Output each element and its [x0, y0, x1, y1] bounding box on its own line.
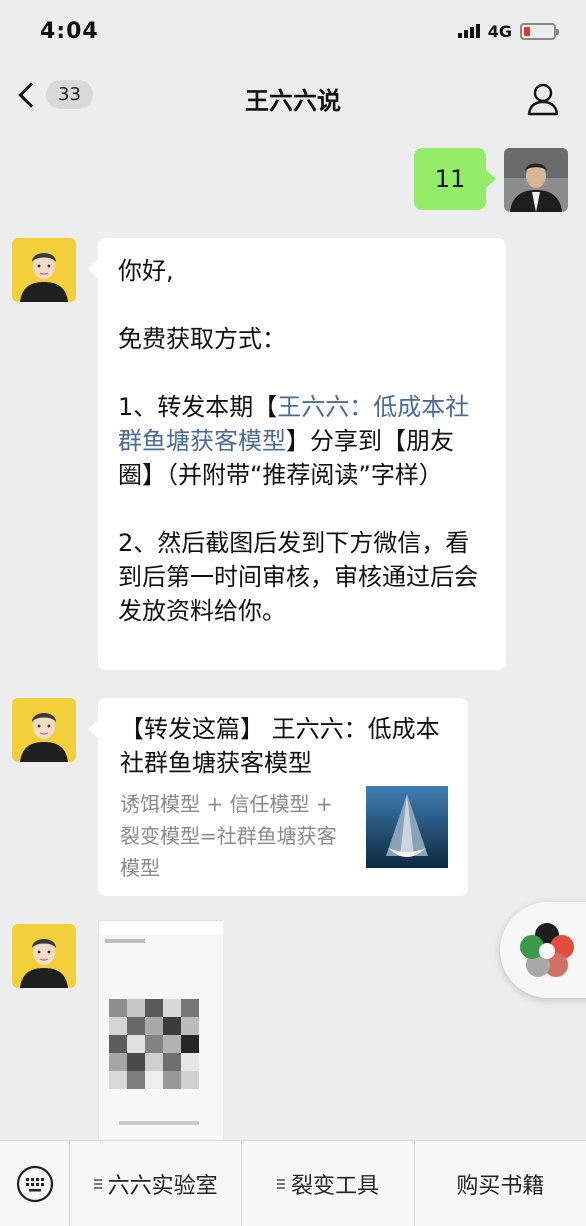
- menu-item-fission-tools[interactable]: 裂变工具: [241, 1140, 413, 1226]
- message-text: 1、转发本期【: [118, 393, 278, 421]
- menu-list-icon: [276, 1178, 285, 1189]
- sender-avatar[interactable]: [12, 698, 76, 762]
- signal-icon: [457, 24, 480, 38]
- chat-title: 王六六说: [245, 86, 341, 115]
- sender-avatar[interactable]: [12, 238, 76, 302]
- message-content: 你好, 免费获取方式： 1、转发本期【王六六：低成本社群鱼塘获客模型】分享到【朋…: [98, 238, 506, 644]
- message-line: 1、转发本期【王六六：低成本社群鱼塘获客模型】分享到【朋友圈】（并附带“推荐阅读…: [118, 390, 486, 492]
- sender-avatar[interactable]: [12, 924, 76, 988]
- status-bar: 4:04 4G: [0, 0, 586, 62]
- floating-window-button[interactable]: [500, 902, 586, 998]
- article-card-description: 诱饵模型 + 信任模型 + 裂变模型=社群鱼塘获客模型: [120, 792, 337, 880]
- nav-bar: 33 王六六说: [0, 62, 586, 134]
- article-thumbnail: [366, 786, 448, 868]
- chat-area[interactable]: 11 你好, 免费获取方式： 1、转发本期【王六六：低成本社群鱼塘获客模型】分享…: [0, 134, 586, 1140]
- chevron-left-icon: [18, 81, 44, 108]
- menu-item-label: 六六实验室: [107, 1173, 218, 1199]
- self-avatar[interactable]: [504, 148, 568, 212]
- article-card[interactable]: 【转发这篇】 王六六：低成本社群鱼塘获客模型 诱饵模型 + 信任模型 + 裂变模…: [88, 698, 468, 896]
- menu-item-label: 购买书籍: [456, 1173, 545, 1199]
- received-message-bubble[interactable]: 你好, 免费获取方式： 1、转发本期【王六六：低成本社群鱼塘获客模型】分享到【朋…: [88, 238, 506, 670]
- menu-list-icon: [93, 1178, 102, 1189]
- battery-icon: [520, 22, 559, 40]
- profile-icon[interactable]: [526, 82, 560, 116]
- menu-item-label: 裂变工具: [290, 1173, 379, 1199]
- status-time: 4:04: [40, 18, 99, 44]
- keyboard-toggle-button[interactable]: [0, 1140, 70, 1226]
- message-line: 免费获取方式：: [118, 325, 286, 353]
- unread-count-badge: 33: [46, 80, 93, 109]
- keyboard-icon: [16, 1165, 53, 1202]
- menu-item-buy-books[interactable]: 购买书籍: [413, 1140, 586, 1226]
- sent-message-text: 11: [434, 165, 466, 193]
- bottom-menu-bar: 六六实验室 裂变工具 购买书籍: [0, 1140, 586, 1226]
- network-type: 4G: [487, 21, 512, 41]
- message-line: 2、然后截图后发到下方微信，看到后第一时间审核，审核通过后会发放资料给你。: [118, 529, 478, 625]
- status-indicators: 4G: [457, 21, 559, 41]
- mini-program-icon: [520, 923, 574, 977]
- message-line: 你好,: [118, 257, 174, 285]
- menu-item-lab[interactable]: 六六实验室: [70, 1141, 241, 1226]
- image-message[interactable]: [98, 920, 223, 1140]
- back-button[interactable]: 33: [16, 80, 93, 109]
- article-card-title: 【转发这篇】 王六六：低成本社群鱼塘获客模型: [120, 715, 440, 777]
- sent-message-bubble[interactable]: 11: [414, 148, 496, 210]
